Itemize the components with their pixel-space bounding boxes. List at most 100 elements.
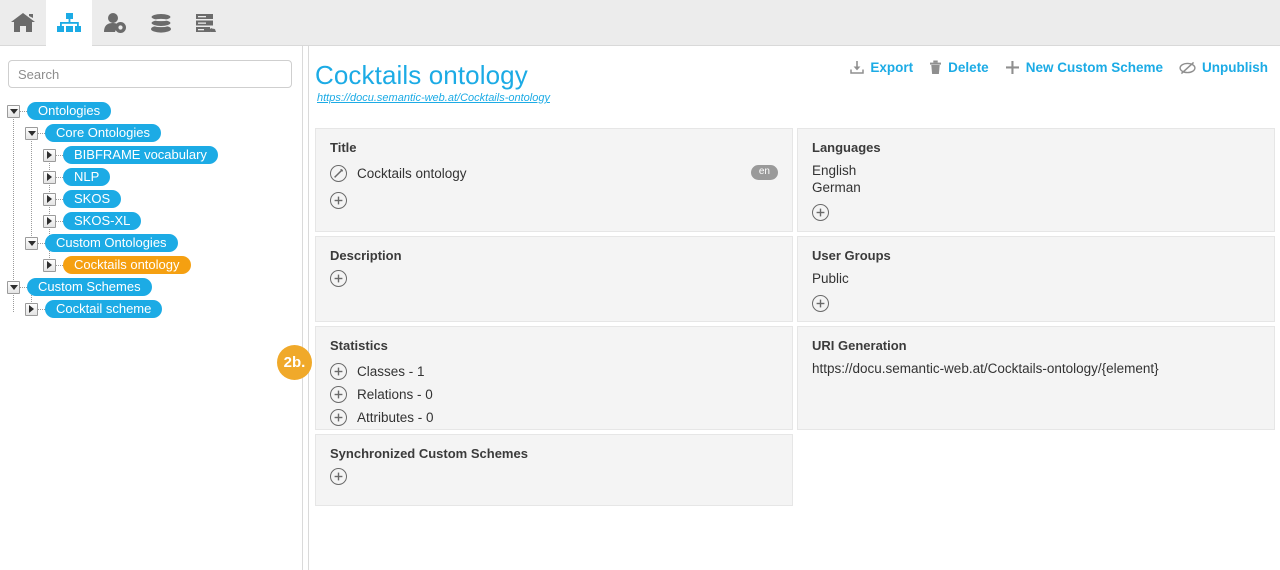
plus-circle-icon[interactable] (330, 363, 347, 380)
nav-tab-user-management[interactable] (92, 0, 138, 46)
plus-circle-icon[interactable] (330, 468, 347, 485)
plus-circle-icon[interactable] (330, 270, 347, 287)
statistic-row-classes[interactable]: Classes - 1 (330, 360, 778, 383)
tree-connector (56, 199, 63, 200)
statistic-label: Relations - 0 (357, 387, 433, 402)
new-custom-scheme-button[interactable]: New Custom Scheme (1005, 60, 1163, 75)
new-custom-scheme-label: New Custom Scheme (1026, 60, 1163, 75)
server-cloud-icon (194, 11, 220, 35)
delete-button[interactable]: Delete (929, 60, 989, 75)
language-value: English (812, 162, 1260, 179)
tree-toggle-expand-icon[interactable] (43, 193, 56, 206)
plus-circle-icon[interactable] (330, 192, 347, 209)
unpublish-label: Unpublish (1202, 60, 1268, 75)
panel-languages: Languages English German (797, 128, 1275, 232)
tree-item-custom-schemes[interactable]: Custom Schemes (0, 276, 302, 298)
plus-circle-icon[interactable] (330, 386, 347, 403)
panel-statistics: Statistics Classes - 1 (315, 326, 793, 430)
panel-heading: Description (330, 248, 778, 263)
panel-title: Title Cocktails ontology en (315, 128, 793, 232)
tree-connector (31, 136, 32, 240)
panel-row: Synchronized Custom Schemes (315, 434, 1275, 506)
tree-toggle-collapse-icon[interactable] (25, 237, 38, 250)
panel-synchronized-custom-schemes: Synchronized Custom Schemes (315, 434, 793, 506)
nav-tab-home[interactable] (0, 0, 46, 46)
tree-connector (20, 111, 27, 112)
panel-heading: Title (330, 140, 778, 155)
panel-row: Title Cocktails ontology en (315, 128, 1275, 232)
tree-item-cocktails-ontology[interactable]: Cocktails ontology (0, 254, 302, 276)
add-synchronized-scheme-row (330, 468, 778, 487)
tree-item-label[interactable]: Custom Ontologies (45, 234, 178, 252)
tree-connector (13, 114, 14, 284)
tree-connector (38, 309, 45, 310)
panel-heading: Languages (812, 140, 1260, 155)
tree-item-nlp[interactable]: NLP (0, 166, 302, 188)
plus-circle-icon[interactable] (812, 295, 829, 312)
tree-item-label[interactable]: Cocktail scheme (45, 300, 162, 318)
tree-toggle-expand-icon[interactable] (43, 149, 56, 162)
sitemap-icon (56, 11, 82, 35)
tree-item-bibframe-vocabulary[interactable]: BIBFRAME vocabulary (0, 144, 302, 166)
panel-user-groups: User Groups Public (797, 236, 1275, 322)
detail-panels-grid: Title Cocktails ontology en (315, 128, 1275, 510)
tree-item-skos[interactable]: SKOS (0, 188, 302, 210)
trash-icon (929, 60, 942, 75)
plus-circle-icon[interactable] (330, 409, 347, 426)
tree-item-label[interactable]: SKOS-XL (63, 212, 141, 230)
tree-item-label[interactable]: Custom Schemes (27, 278, 152, 296)
download-icon (850, 60, 864, 75)
panel-heading: Statistics (330, 338, 778, 353)
statistic-row-attributes[interactable]: Attributes - 0 (330, 406, 778, 429)
pencil-circle-icon[interactable] (330, 165, 347, 182)
panel-description: Description (315, 236, 793, 322)
nav-tab-ontologies[interactable] (46, 0, 92, 46)
ontology-uri-link[interactable]: https://docu.semantic-web.at/Cocktails-o… (317, 92, 550, 104)
nav-tab-server[interactable] (184, 0, 230, 46)
tree-connector (56, 221, 63, 222)
tree-item-label[interactable]: NLP (63, 168, 110, 186)
add-user-group-row (812, 295, 1260, 314)
annotation-badge: 2b. (277, 345, 312, 380)
tree-item-label[interactable]: SKOS (63, 190, 121, 208)
panel-row: Statistics Classes - 1 (315, 326, 1275, 430)
panel-heading: User Groups (812, 248, 1260, 263)
eye-slash-icon (1179, 61, 1196, 75)
tree-item-ontologies[interactable]: Ontologies (0, 100, 302, 122)
tree-item-core-ontologies[interactable]: Core Ontologies (0, 122, 302, 144)
tree-item-label[interactable]: Ontologies (27, 102, 111, 120)
top-navigation-bar (0, 0, 1280, 46)
plus-icon (1005, 60, 1020, 75)
tree-item-label[interactable]: BIBFRAME vocabulary (63, 146, 218, 164)
tree-toggle-collapse-icon[interactable] (7, 105, 20, 118)
tree-item-label[interactable]: Core Ontologies (45, 124, 161, 142)
tree-connector (56, 177, 63, 178)
tree-connector (20, 287, 27, 288)
tree-toggle-expand-icon[interactable] (25, 303, 38, 316)
search-input[interactable] (8, 60, 292, 88)
tree-connector (56, 155, 63, 156)
tree-toggle-collapse-icon[interactable] (7, 281, 20, 294)
page-header: Cocktails ontology https://docu.semantic… (309, 46, 1280, 122)
ontology-detail-view: Cocktails ontology https://docu.semantic… (309, 46, 1280, 570)
tree-connector (56, 265, 63, 266)
plus-circle-icon[interactable] (812, 204, 829, 221)
language-value: German (812, 179, 1260, 196)
tree-item-custom-ontologies[interactable]: Custom Ontologies (0, 232, 302, 254)
tree-toggle-collapse-icon[interactable] (25, 127, 38, 140)
export-button[interactable]: Export (850, 60, 913, 75)
action-toolbar: Export Delete (850, 60, 1268, 75)
tree-item-cocktail-scheme[interactable]: Cocktail scheme (0, 298, 302, 320)
nav-tab-data-stores[interactable] (138, 0, 184, 46)
add-description-row (330, 270, 778, 289)
unpublish-button[interactable]: Unpublish (1179, 60, 1268, 75)
user-settings-icon (102, 11, 128, 35)
tree-toggle-expand-icon[interactable] (43, 215, 56, 228)
tree-toggle-expand-icon[interactable] (43, 171, 56, 184)
panel-divider[interactable] (302, 46, 309, 570)
tree-connector (38, 243, 45, 244)
tree-toggle-expand-icon[interactable] (43, 259, 56, 272)
tree-item-skos-xl[interactable]: SKOS-XL (0, 210, 302, 232)
statistic-row-relations[interactable]: Relations - 0 (330, 383, 778, 406)
tree-item-label-selected[interactable]: Cocktails ontology (63, 256, 191, 274)
